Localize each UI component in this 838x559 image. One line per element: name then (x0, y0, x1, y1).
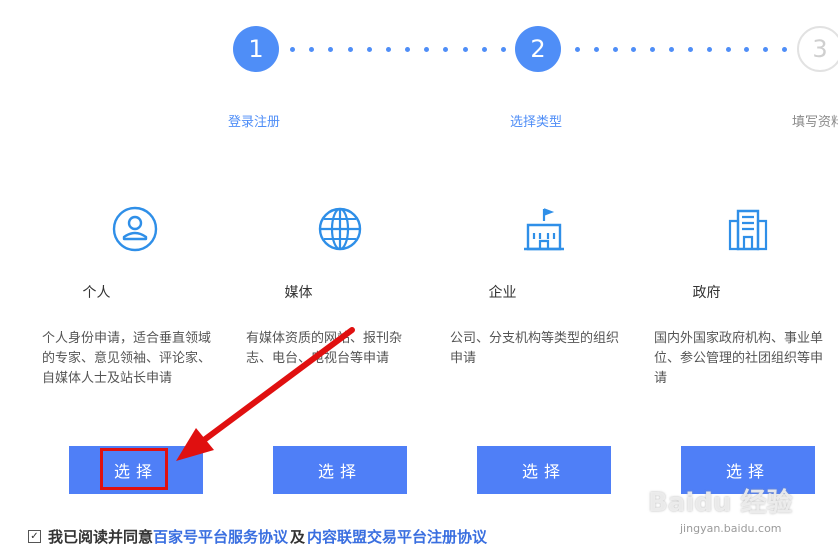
step-3-circle: 3 (797, 26, 838, 72)
type-title: 媒体 (284, 285, 313, 301)
watermark-url: jingyan.baidu.com (680, 522, 782, 535)
government-building-icon (728, 209, 768, 251)
person-icon (112, 206, 158, 252)
agreement-checkbox[interactable]: ✓ (28, 530, 41, 543)
agreement: ✓ 我已阅读并同意 百家号平台服务协议 及 内容联盟交易平台注册协议 (28, 526, 487, 547)
step-connector-2 (575, 46, 787, 52)
watermark-main: Baidu 经验 (648, 488, 793, 518)
alliance-agreement-link[interactable]: 内容联盟交易平台注册协议 (307, 526, 487, 547)
type-title: 企业 (488, 285, 517, 301)
step-1-circle: 1 (233, 26, 279, 72)
type-description: 有媒体资质的网站、报刊杂志、电台、电视台等申请 (246, 331, 403, 366)
baidu-jingyan-watermark: Baidu 经验 jingyan.baidu.com (640, 478, 820, 548)
type-description: 个人身份申请，适合垂直领域的专家、意见领袖、评论家、自媒体人士及站长申请 (42, 331, 212, 386)
select-enterprise-button[interactable]: 选择 (477, 446, 611, 494)
step-1-label: 登录注册 (228, 115, 281, 130)
step-3-label: 填写资料 (792, 115, 838, 130)
type-title: 个人 (82, 285, 111, 301)
service-agreement-link[interactable]: 百家号平台服务协议 (153, 526, 288, 547)
globe-icon (318, 207, 362, 251)
select-media-button[interactable]: 选择 (273, 446, 407, 494)
annotation-highlight-box (100, 448, 168, 490)
company-building-icon (524, 208, 564, 251)
type-description: 公司、分支机构等类型的组织申请 (450, 331, 620, 366)
step-2-label: 选择类型 (510, 115, 563, 130)
step-2-circle: 2 (515, 26, 561, 72)
agreement-conjunction: 及 (290, 528, 306, 546)
step-connector-1 (290, 46, 506, 52)
type-description: 国内外国家政府机构、事业单位、参公管理的社团组织等申请 (654, 331, 824, 386)
type-title: 政府 (692, 285, 721, 301)
agreement-prefix: 我已阅读并同意 (48, 528, 154, 546)
